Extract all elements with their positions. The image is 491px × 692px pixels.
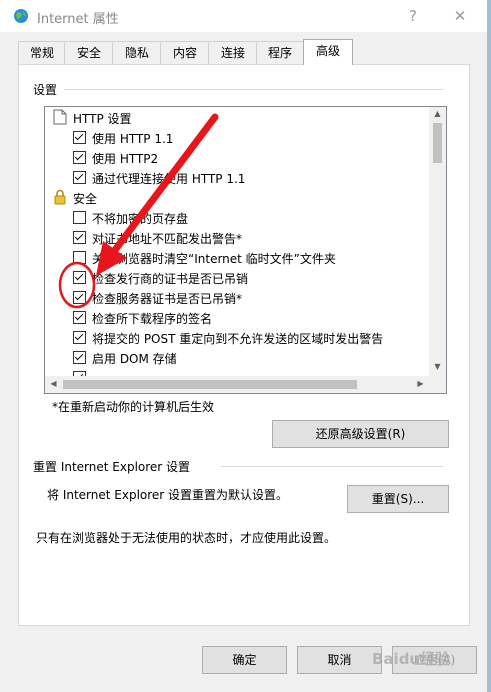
tab-advanced[interactable]: 高级 xyxy=(303,39,353,65)
list-item[interactable]: 检查所下载程序的签名 xyxy=(45,307,429,327)
list-item[interactable]: 检查发行商的证书是否已吊销 xyxy=(45,267,429,287)
enable-dom-storage-checkbox[interactable] xyxy=(73,351,86,364)
post-redirect-warning-checkbox[interactable] xyxy=(73,331,86,344)
settings-list-content: HTTP 设置 使用 HTTP 1.1 使用 HTTP2 通过代理连接使用 HT… xyxy=(45,107,429,376)
reset-group-label: 重置 Internet Explorer 设置 xyxy=(33,460,191,474)
settings-group-divider xyxy=(64,89,444,90)
page-icon xyxy=(53,109,67,125)
category-label: HTTP 设置 xyxy=(73,112,132,126)
reset-description: 将 Internet Explorer 设置重置为默认设置。 xyxy=(47,488,289,502)
scroll-left-icon[interactable]: ◀ xyxy=(45,379,62,388)
http2-checkbox[interactable] xyxy=(73,151,86,164)
option-label: 通过代理连接使用 HTTP 1.1 xyxy=(92,172,246,186)
option-label: 对证书地址不匹配发出警告* xyxy=(92,232,243,246)
vertical-scroll-thumb[interactable] xyxy=(433,123,442,163)
scrollbar-corner xyxy=(429,376,446,393)
option-label: 不将加密的页存盘 xyxy=(92,212,189,226)
window-title: Internet 属性 xyxy=(37,12,119,27)
option-label: 关闭浏览器时清空“Internet 临时文件”文件夹 xyxy=(92,252,336,266)
reset-hint: 只有在浏览器处于无法使用的状态时，才应使用此设置。 xyxy=(36,531,337,545)
tab-programs[interactable]: 程序 xyxy=(256,41,304,64)
list-item[interactable]: 使用 HTTP2 xyxy=(45,147,429,167)
reset-group-divider xyxy=(220,466,444,467)
internet-properties-window: Internet 属性 ? ✕ 常规 安全 隐私 内容 连接 程序 高级 设置 … xyxy=(0,0,491,692)
vertical-scrollbar[interactable]: ▲ ▼ xyxy=(429,107,446,376)
tab-security[interactable]: 安全 xyxy=(64,41,114,64)
check-server-cert-revocation-checkbox[interactable] xyxy=(73,291,86,304)
list-item[interactable]: 通过代理连接使用 HTTP 1.1 xyxy=(45,167,429,187)
http11-checkbox[interactable] xyxy=(73,131,86,144)
list-item-category-security: 安全 xyxy=(45,187,429,207)
empty-temp-files-checkbox[interactable] xyxy=(73,251,86,264)
title-bar: Internet 属性 ? ✕ xyxy=(0,0,487,32)
list-item[interactable]: 检查服务器证书是否已吊销* xyxy=(45,287,429,307)
check-download-signature-checkbox[interactable] xyxy=(73,311,86,324)
scroll-up-icon[interactable]: ▲ xyxy=(429,109,446,118)
option-label: 使用 HTTP 1.1 xyxy=(92,132,174,146)
watermark: Baidu经验 xyxy=(372,650,451,668)
settings-group-label: 设置 xyxy=(33,83,58,97)
cert-mismatch-warning-checkbox[interactable] xyxy=(73,231,86,244)
horizontal-scrollbar[interactable]: ◀ ▶ xyxy=(45,376,429,393)
help-button[interactable]: ? xyxy=(393,4,433,28)
list-item[interactable]: 对证书地址不匹配发出警告* xyxy=(45,227,429,247)
option-label: 检查发行商的证书是否已吊销 xyxy=(92,272,249,286)
reset-button[interactable]: 重置(S)... xyxy=(347,485,449,513)
option-label: 检查所下载程序的签名 xyxy=(92,312,213,326)
ok-button[interactable]: 确定 xyxy=(202,646,287,674)
scroll-right-icon[interactable]: ▶ xyxy=(412,379,429,388)
category-label: 安全 xyxy=(73,192,98,206)
list-item[interactable]: 不将加密的页存盘 xyxy=(45,207,429,227)
list-item[interactable]: 使用 HTTP 1.1 xyxy=(45,127,429,147)
list-item[interactable]: 启用 DOM 存储 xyxy=(45,347,429,367)
tab-general[interactable]: 常规 xyxy=(18,41,66,64)
restart-note: *在重新启动你的计算机后生效 xyxy=(52,400,215,414)
option-label: 检查服务器证书是否已吊销* xyxy=(92,292,243,306)
tab-connections[interactable]: 连接 xyxy=(208,41,258,64)
restore-advanced-settings-button[interactable]: 还原高级设置(R) xyxy=(272,420,449,448)
scroll-down-icon[interactable]: ▼ xyxy=(429,362,446,371)
option-label: 将提交的 POST 重定向到不允许发送的区域时发出警告 xyxy=(92,332,384,346)
tab-privacy[interactable]: 隐私 xyxy=(112,41,162,64)
list-item[interactable]: 关闭浏览器时清空“Internet 临时文件”文件夹 xyxy=(45,247,429,267)
close-button[interactable]: ✕ xyxy=(440,4,480,28)
settings-list[interactable]: HTTP 设置 使用 HTTP 1.1 使用 HTTP2 通过代理连接使用 HT… xyxy=(44,106,447,394)
horizontal-scroll-thumb[interactable] xyxy=(63,380,357,389)
list-item-category-http: HTTP 设置 xyxy=(45,107,429,127)
internet-globe-icon xyxy=(14,9,28,23)
check-publisher-cert-revocation-checkbox[interactable] xyxy=(73,271,86,284)
cancel-button[interactable]: 取消 xyxy=(297,646,382,674)
tab-content[interactable]: 内容 xyxy=(160,41,210,64)
list-item-partial[interactable] xyxy=(45,367,429,376)
no-save-encrypted-checkbox[interactable] xyxy=(73,211,86,224)
option-label: 使用 HTTP2 xyxy=(92,152,159,166)
lock-icon xyxy=(54,189,66,205)
list-item[interactable]: 将提交的 POST 重定向到不允许发送的区域时发出警告 xyxy=(45,327,429,347)
proxy-http11-checkbox[interactable] xyxy=(73,171,86,184)
option-label: 启用 DOM 存储 xyxy=(92,352,177,366)
